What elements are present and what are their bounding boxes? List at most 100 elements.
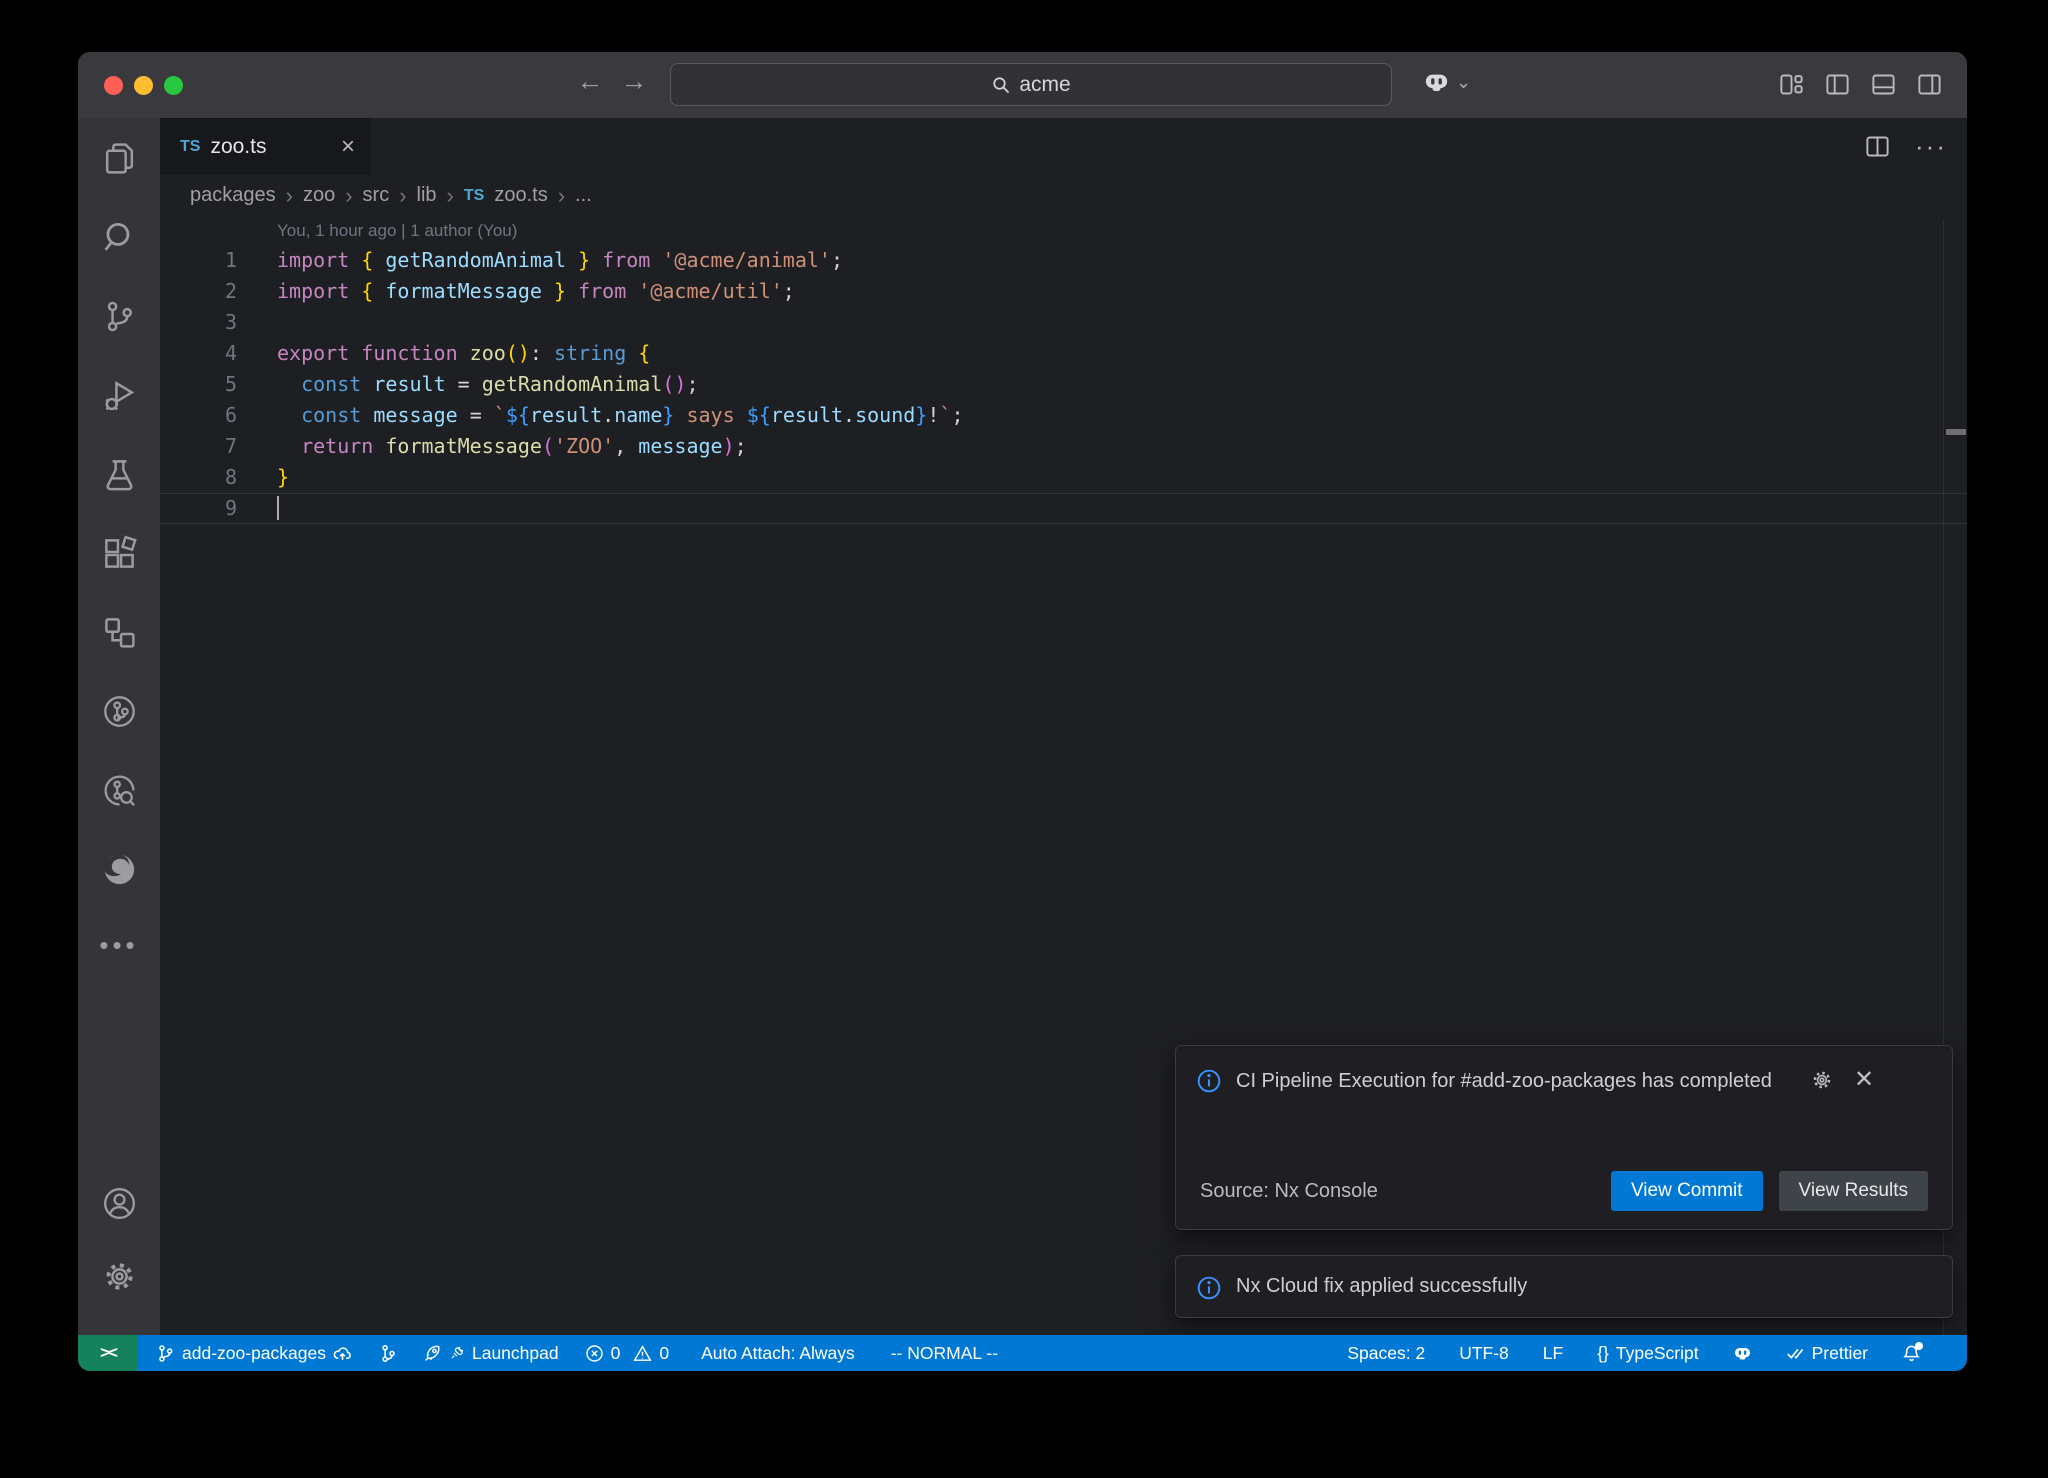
search-icon bbox=[991, 75, 1011, 95]
view-commit-button[interactable]: View Commit bbox=[1611, 1171, 1763, 1211]
line-number: 6 bbox=[160, 400, 237, 431]
encoding-status-item[interactable]: UTF-8 bbox=[1459, 1343, 1509, 1364]
git-graph-icon bbox=[378, 1344, 397, 1363]
extensions-icon[interactable] bbox=[101, 535, 138, 572]
notification-center: CI Pipeline Execution for #add-zoo-packa… bbox=[1175, 1045, 1953, 1318]
notification-close-icon[interactable]: ✕ bbox=[1854, 1068, 1874, 1092]
copilot-icon[interactable] bbox=[1423, 69, 1450, 96]
zoom-window-button[interactable] bbox=[164, 76, 183, 95]
auto-attach-label: Auto Attach: Always bbox=[701, 1343, 855, 1364]
line-number: 5 bbox=[160, 369, 237, 400]
breadcrumb-symbol[interactable]: ... bbox=[575, 184, 592, 207]
toggle-panel-icon[interactable] bbox=[1870, 71, 1897, 98]
search-view-icon[interactable] bbox=[101, 219, 138, 256]
breadcrumb-item[interactable]: zoo bbox=[303, 184, 335, 207]
formatter-label: Prettier bbox=[1812, 1343, 1868, 1364]
titlebar: ← → acme ⌄ bbox=[78, 52, 1967, 118]
split-editor-icon[interactable] bbox=[1864, 133, 1891, 160]
code-text: import { getRandomAnimal } from '@acme/a… bbox=[277, 245, 843, 276]
command-center-search[interactable]: acme bbox=[670, 63, 1392, 106]
error-circle-icon bbox=[585, 1344, 604, 1363]
line-number: 3 bbox=[160, 307, 237, 338]
chevron-down-icon[interactable]: ⌄ bbox=[1456, 72, 1471, 93]
close-tab-icon[interactable]: × bbox=[341, 135, 355, 159]
code-line: 8} bbox=[160, 462, 1967, 493]
minimize-window-button[interactable] bbox=[134, 76, 153, 95]
branch-status-item[interactable]: add-zoo-packages bbox=[156, 1343, 352, 1364]
forward-arrow-icon[interactable]: → bbox=[616, 66, 652, 97]
error-count: 0 bbox=[611, 1343, 621, 1364]
source-control-graph-item[interactable] bbox=[378, 1344, 397, 1363]
back-arrow-icon[interactable]: ← bbox=[572, 66, 608, 97]
notification-message: Nx Cloud fix applied successfully bbox=[1236, 1275, 1527, 1298]
cloud-upload-icon bbox=[333, 1344, 352, 1363]
toggle-secondary-sidebar-icon[interactable] bbox=[1916, 71, 1943, 98]
edge-browser-icon[interactable] bbox=[101, 851, 138, 888]
line-number: 4 bbox=[160, 338, 237, 369]
notification-nx-cloud-fix: Nx Cloud fix applied successfully bbox=[1175, 1255, 1953, 1318]
activity-bar: ••• bbox=[78, 118, 160, 1335]
line-number: 2 bbox=[160, 276, 237, 307]
testing-icon[interactable] bbox=[101, 456, 138, 493]
breadcrumb-item[interactable]: src bbox=[363, 184, 390, 207]
gitlens-inspect-icon[interactable] bbox=[101, 772, 138, 809]
line-number: 7 bbox=[160, 431, 237, 462]
code-text: } bbox=[277, 462, 289, 493]
code-line: 7 return formatMessage('ZOO', message); bbox=[160, 431, 1967, 462]
notifications-bell-item[interactable] bbox=[1902, 1344, 1921, 1363]
formatter-status-item[interactable]: Prettier bbox=[1786, 1343, 1868, 1364]
accounts-icon[interactable] bbox=[101, 1185, 138, 1222]
window-controls bbox=[104, 76, 183, 95]
close-window-button[interactable] bbox=[104, 76, 123, 95]
copilot-status-item[interactable] bbox=[1733, 1344, 1752, 1363]
notification-settings-gear-icon[interactable] bbox=[1810, 1068, 1834, 1092]
code-line: 4 export function zoo(): string { bbox=[160, 338, 1967, 369]
code-text: export function zoo(): string { bbox=[277, 338, 650, 369]
encoding-label: UTF-8 bbox=[1459, 1343, 1509, 1364]
plug-icon bbox=[449, 1345, 465, 1361]
breadcrumb: packages › zoo › src › lib › TS zoo.ts ›… bbox=[160, 175, 1967, 216]
launchpad-label: Launchpad bbox=[472, 1343, 559, 1364]
warning-count: 0 bbox=[659, 1343, 669, 1364]
settings-gear-icon[interactable] bbox=[101, 1258, 138, 1295]
overview-ruler-cursor-mark bbox=[1946, 429, 1966, 435]
language-status-item[interactable]: {} TypeScript bbox=[1597, 1343, 1698, 1364]
nx-console-icon[interactable] bbox=[101, 614, 138, 651]
braces-icon: {} bbox=[1597, 1343, 1609, 1364]
toggle-primary-sidebar-icon[interactable] bbox=[1824, 71, 1851, 98]
more-views-icon[interactable]: ••• bbox=[99, 930, 138, 961]
remote-indicator[interactable]: >< bbox=[78, 1335, 138, 1371]
code-text: return formatMessage('ZOO', message); bbox=[277, 431, 747, 462]
spaces-label: Spaces: 2 bbox=[1347, 1343, 1425, 1364]
gitlens-icon[interactable] bbox=[101, 693, 138, 730]
code-line: 6 const message = `${result.name} says $… bbox=[160, 400, 1967, 431]
customize-layout-icon[interactable] bbox=[1778, 71, 1805, 98]
eol-label: LF bbox=[1543, 1343, 1563, 1364]
code-editor[interactable]: You, 1 hour ago | 1 author (You) 1import… bbox=[160, 216, 1967, 524]
search-value: acme bbox=[1019, 73, 1070, 97]
bell-icon bbox=[1902, 1344, 1921, 1363]
more-actions-icon[interactable]: ··· bbox=[1915, 131, 1947, 162]
tab-zoo-ts[interactable]: TS zoo.ts × bbox=[160, 118, 371, 175]
eol-status-item[interactable]: LF bbox=[1543, 1343, 1563, 1364]
notification-ci-pipeline: CI Pipeline Execution for #add-zoo-packa… bbox=[1175, 1045, 1953, 1230]
auto-attach-status-item[interactable]: Auto Attach: Always bbox=[701, 1343, 855, 1364]
problems-status-item[interactable]: 0 0 bbox=[585, 1343, 669, 1364]
code-text bbox=[277, 493, 279, 524]
explorer-icon[interactable] bbox=[101, 140, 138, 177]
launchpad-status-item[interactable]: Launchpad bbox=[423, 1343, 559, 1364]
run-debug-icon[interactable] bbox=[101, 377, 138, 414]
copilot-icon bbox=[1733, 1344, 1752, 1363]
breadcrumb-item[interactable]: lib bbox=[417, 184, 437, 207]
breadcrumb-file[interactable]: zoo.ts bbox=[494, 184, 547, 207]
source-control-icon[interactable] bbox=[101, 298, 138, 335]
branch-label: add-zoo-packages bbox=[182, 1343, 326, 1364]
notification-message: CI Pipeline Execution for #add-zoo-packa… bbox=[1236, 1066, 1796, 1097]
vim-mode-status-item[interactable]: -- NORMAL -- bbox=[891, 1343, 998, 1364]
indentation-status-item[interactable]: Spaces: 2 bbox=[1347, 1343, 1425, 1364]
breadcrumb-item[interactable]: packages bbox=[190, 184, 276, 207]
view-results-button[interactable]: View Results bbox=[1779, 1171, 1928, 1211]
vscode-window: ← → acme ⌄ bbox=[78, 52, 1967, 1371]
typescript-file-icon: TS bbox=[464, 187, 484, 205]
code-line: 9 bbox=[160, 493, 1967, 524]
